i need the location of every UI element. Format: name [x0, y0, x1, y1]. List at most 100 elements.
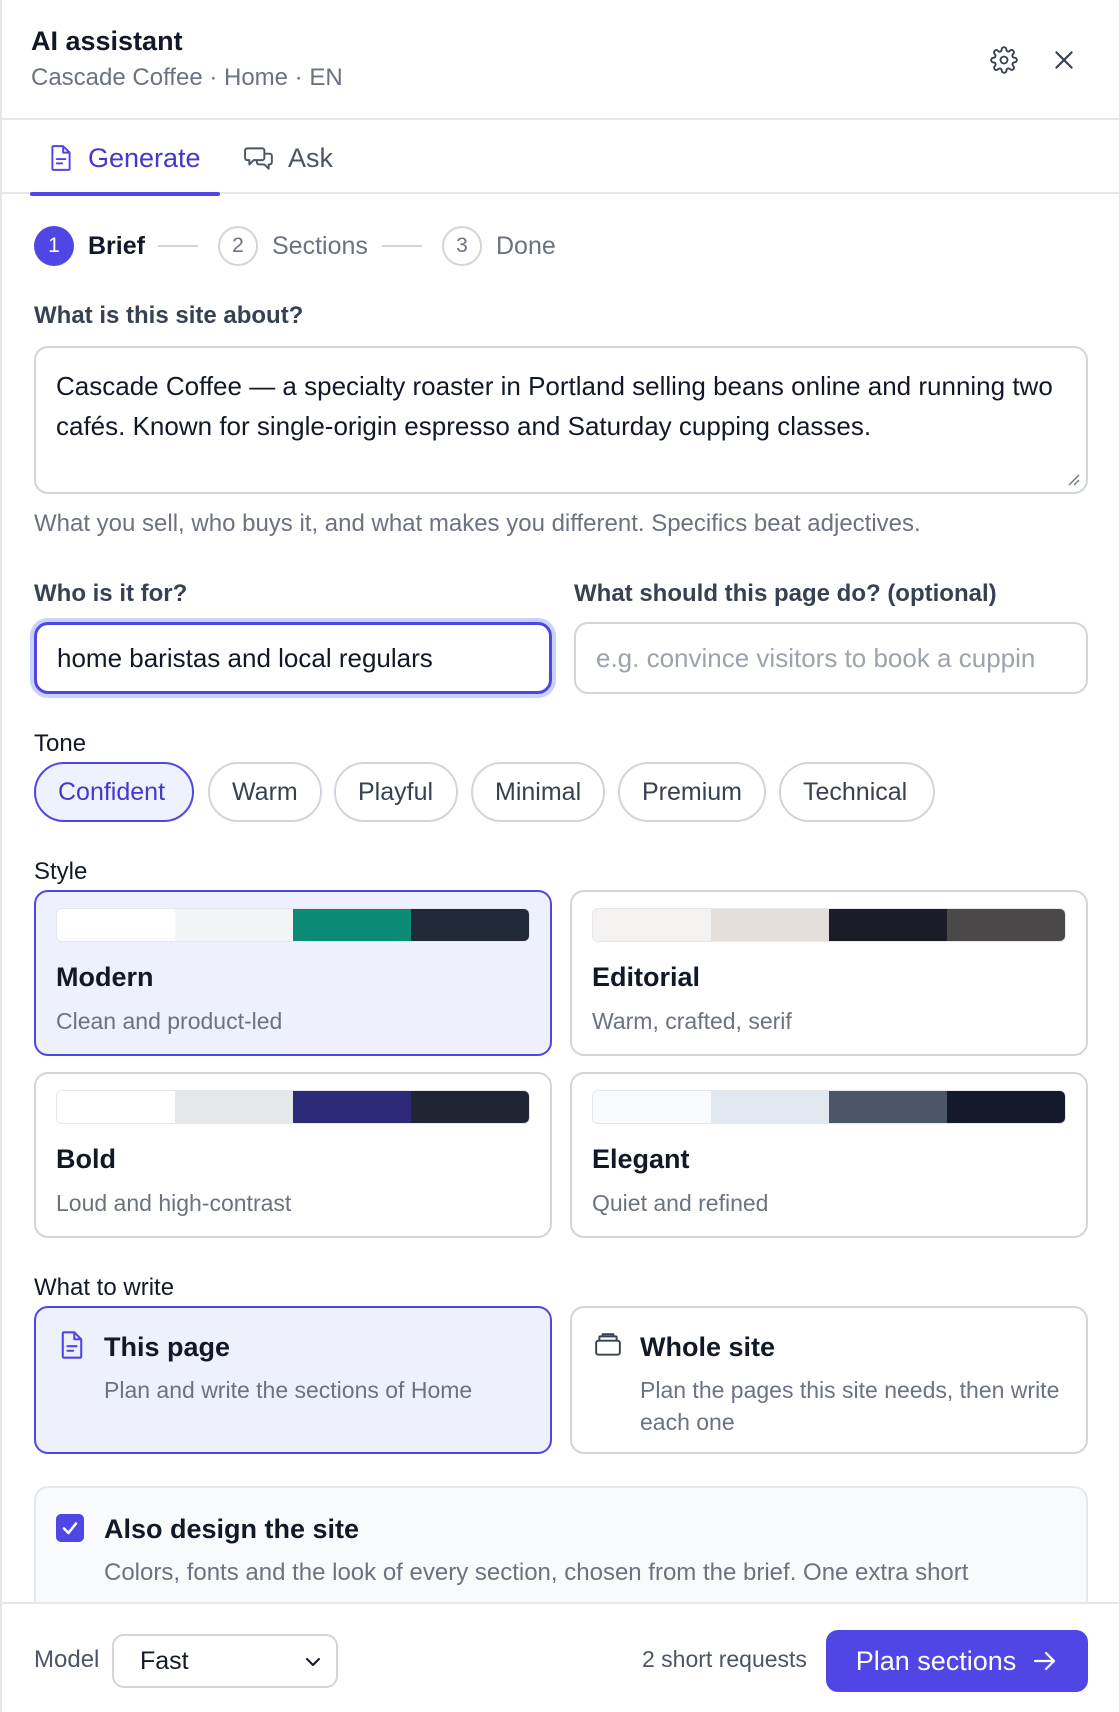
style-card-title: Bold — [56, 1144, 116, 1174]
step-done: 3 Done — [442, 226, 556, 266]
goal-input[interactable]: e.g. convince visitors to book a cuppin — [574, 622, 1088, 694]
audience-input[interactable]: home baristas and local regulars — [34, 622, 552, 694]
tone-label: Tone — [34, 730, 87, 757]
model-select-value: Fast — [140, 1646, 189, 1675]
stack-icon — [595, 1333, 621, 1356]
step-number: 1 — [34, 226, 74, 266]
palette-swatch — [593, 909, 711, 941]
tab-ask-label: Ask — [288, 142, 334, 173]
tab-bar: Generate Ask — [0, 122, 1120, 196]
audience-label: Who is it for? — [34, 580, 188, 607]
write-option-this-page[interactable]: This page Plan and write the sections of… — [34, 1306, 552, 1454]
write-option-desc: Plan the pages this site needs, then wri… — [640, 1377, 1060, 1435]
panel-header: AI assistant Cascade Coffee · Home · EN — [0, 0, 1120, 120]
palette-swatch — [711, 1091, 829, 1123]
palette-swatch — [57, 909, 175, 941]
palette-swatch — [57, 1091, 175, 1123]
style-card-desc: Loud and high-contrast — [56, 1190, 292, 1216]
request-count: 2 short requests — [642, 1646, 807, 1672]
style-card-modern[interactable]: Modern Clean and product-led — [34, 890, 552, 1056]
audience-value: home baristas and local regulars — [57, 642, 433, 673]
style-card-desc: Clean and product-led — [56, 1008, 283, 1034]
goal-label: What should this page do? (optional) — [574, 580, 997, 607]
panel-border — [0, 0, 2, 1712]
gear-icon — [990, 46, 1018, 74]
design-title: Also design the site — [104, 1514, 360, 1544]
tone-chip-confident[interactable]: Confident — [34, 762, 194, 822]
tone-chip-technical[interactable]: Technical — [779, 762, 935, 822]
document-icon — [51, 145, 71, 171]
chevron-down-icon — [306, 1658, 320, 1666]
panel-footer: Model Fast 2 short requests Plan section… — [0, 1602, 1120, 1712]
write-option-whole-site[interactable]: Whole site Plan the pages this site need… — [570, 1306, 1088, 1454]
style-card-title: Editorial — [592, 962, 701, 992]
write-option-desc: Plan and write the sections of Home — [104, 1377, 473, 1403]
palette-swatch — [293, 909, 411, 941]
close-icon — [1055, 51, 1073, 69]
write-option-title: This page — [104, 1332, 231, 1362]
write-label: What to write — [34, 1274, 175, 1301]
step-brief: 1 Brief — [34, 226, 145, 266]
tab-generate[interactable]: Generate — [30, 122, 220, 196]
model-label: Model — [34, 1646, 100, 1673]
color-palette — [592, 908, 1066, 942]
panel-title: AI assistant — [31, 26, 183, 56]
design-checkbox[interactable] — [56, 1514, 84, 1542]
tone-chip-premium[interactable]: Premium — [618, 762, 766, 822]
plan-sections-button[interactable]: Plan sections — [826, 1630, 1088, 1692]
palette-swatch — [947, 909, 1065, 941]
style-card-bold[interactable]: Bold Loud and high-contrast — [34, 1072, 552, 1238]
step-label: Done — [496, 231, 556, 260]
resize-handle-icon[interactable] — [1066, 472, 1080, 486]
palette-swatch — [411, 909, 529, 941]
progress-stepper: 1 Brief 2 Sections 3 Done — [34, 226, 654, 266]
style-card-desc: Quiet and refined — [592, 1190, 769, 1216]
style-card-title: Elegant — [592, 1144, 690, 1174]
palette-swatch — [293, 1091, 411, 1123]
style-card-elegant[interactable]: Elegant Quiet and refined — [570, 1072, 1088, 1238]
step-label: Brief — [88, 231, 145, 260]
tab-ask[interactable]: Ask — [244, 122, 333, 194]
palette-swatch — [175, 909, 293, 941]
palette-swatch — [411, 1091, 529, 1123]
color-palette — [56, 1090, 530, 1124]
palette-swatch — [829, 1091, 947, 1123]
brief-text: Cascade Coffee — a specialty roaster in … — [56, 371, 1053, 441]
ai-assistant-panel: AI assistant Cascade Coffee · Home · EN … — [0, 0, 1120, 1712]
style-card-desc: Warm, crafted, serif — [592, 1008, 792, 1034]
palette-swatch — [947, 1091, 1065, 1123]
palette-swatch — [711, 909, 829, 941]
model-select[interactable]: Fast — [112, 1634, 338, 1688]
brief-helper-text: What you sell, who buys it, and what mak… — [34, 510, 921, 537]
document-icon — [61, 1331, 83, 1359]
plan-sections-label: Plan sections — [855, 1645, 1017, 1676]
settings-button[interactable] — [986, 42, 1022, 78]
panel-subtitle: Cascade Coffee · Home · EN — [31, 64, 343, 91]
step-connector — [382, 245, 422, 247]
brief-textarea[interactable]: Cascade Coffee — a specialty roaster in … — [34, 346, 1088, 494]
color-palette — [56, 908, 530, 942]
color-palette — [592, 1090, 1066, 1124]
arrow-right-icon — [1034, 1651, 1056, 1671]
palette-swatch — [593, 1091, 711, 1123]
palette-swatch — [175, 1091, 293, 1123]
step-number: 2 — [218, 226, 258, 266]
step-sections: 2 Sections — [218, 226, 368, 266]
palette-swatch — [829, 909, 947, 941]
chat-icon — [244, 147, 273, 170]
tone-chip-warm[interactable]: Warm — [208, 762, 322, 822]
style-card-editorial[interactable]: Editorial Warm, crafted, serif — [570, 890, 1088, 1056]
step-connector — [158, 245, 198, 247]
goal-placeholder: e.g. convince visitors to book a cuppin — [596, 642, 1036, 673]
check-icon — [62, 1522, 78, 1535]
step-number: 3 — [442, 226, 482, 266]
step-label: Sections — [272, 231, 368, 260]
tone-chip-playful[interactable]: Playful — [334, 762, 458, 822]
style-label: Style — [34, 858, 88, 885]
tone-chip-minimal[interactable]: Minimal — [471, 762, 605, 822]
style-card-title: Modern — [56, 962, 154, 992]
tab-generate-label: Generate — [88, 142, 201, 173]
close-button[interactable] — [1046, 42, 1082, 78]
brief-label: What is this site about? — [34, 302, 304, 329]
write-option-title: Whole site — [640, 1332, 776, 1362]
